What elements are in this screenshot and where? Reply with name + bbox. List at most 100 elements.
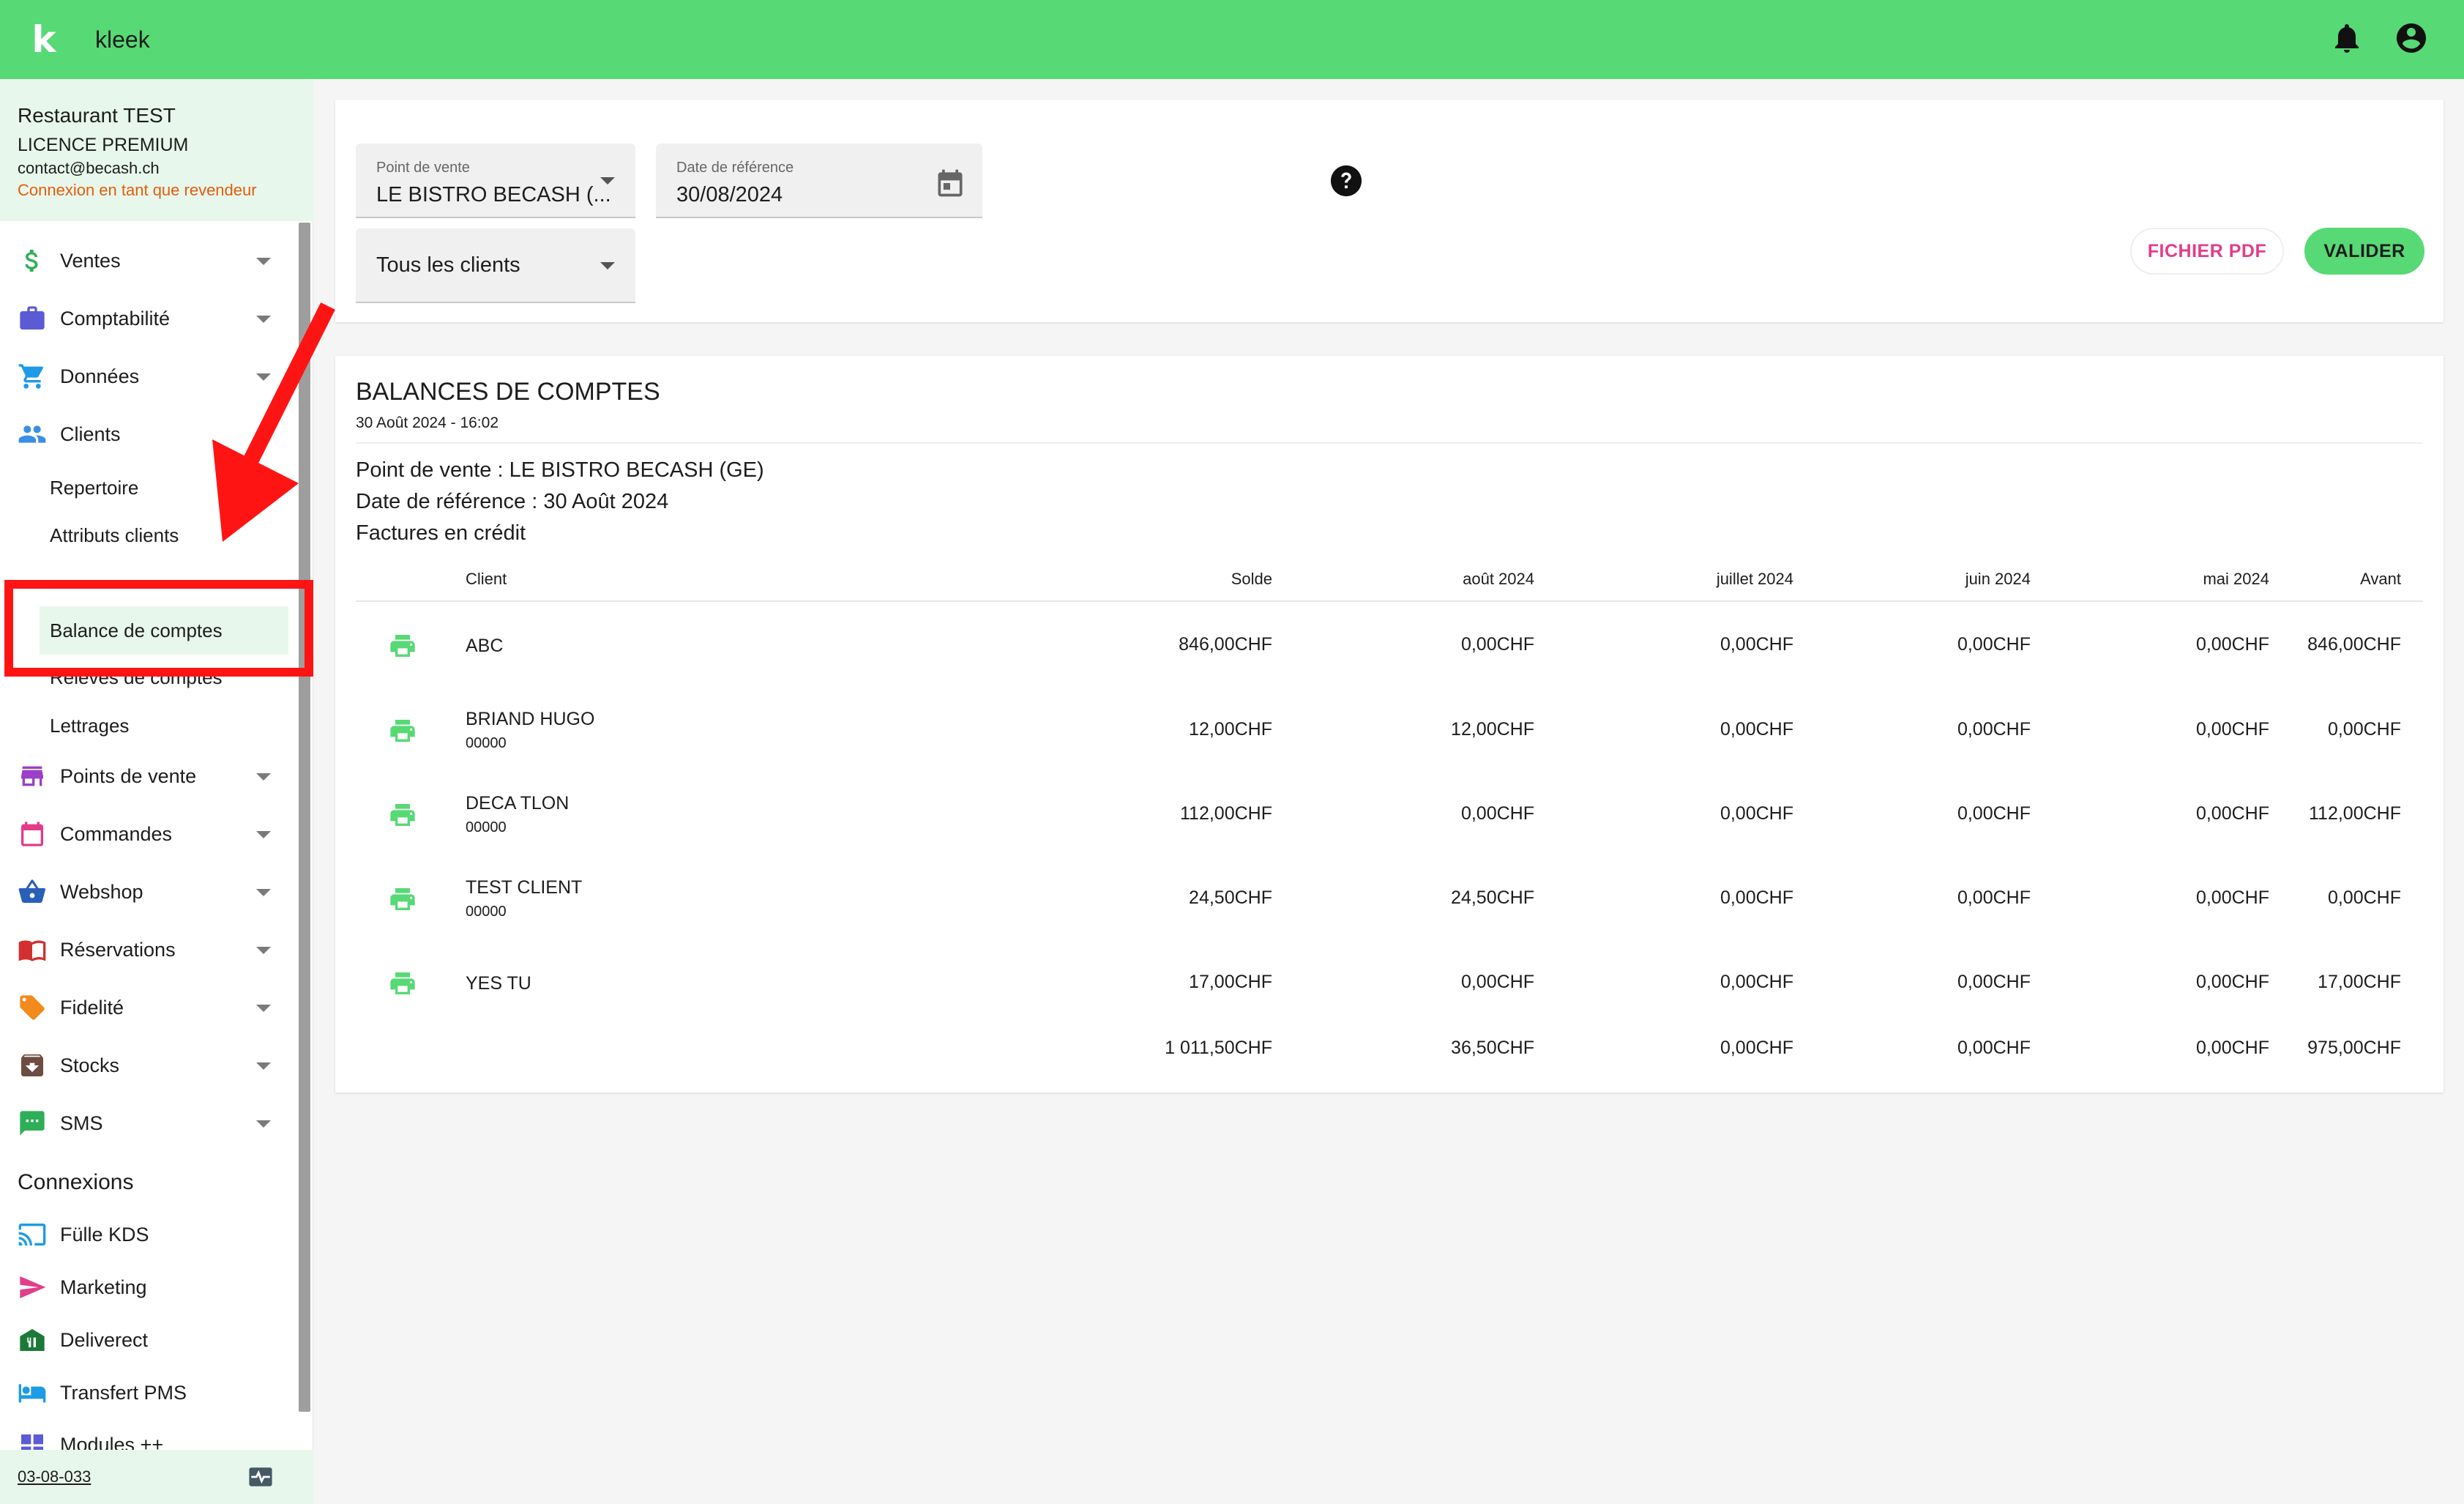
cell-client-code: 00000 — [466, 819, 507, 835]
cell-aout: 0,00CHF — [1460, 803, 1534, 824]
cell-client: ABC — [466, 636, 504, 656]
field-label: Point de vente — [376, 160, 470, 176]
hotel-bed-icon — [18, 1378, 47, 1407]
store-icon — [18, 762, 47, 791]
field-label: Date de référence — [676, 160, 794, 176]
sidebar-item-label: Stocks — [60, 1054, 120, 1076]
sidebar-item-modules[interactable]: Modules ++ — [0, 1423, 293, 1450]
sidebar: Restaurant TEST LICENCE PREMIUM contact@… — [0, 79, 313, 1504]
divider — [356, 442, 2423, 444]
validate-button[interactable]: VALIDER — [2304, 228, 2424, 275]
sidebar-item-transfert-pms[interactable]: Transfert PMS — [0, 1371, 293, 1415]
chevron-down-icon — [256, 258, 271, 265]
restaurant-name: Restaurant TEST — [18, 104, 176, 127]
point-de-vente-select[interactable]: Point de vente LE BISTRO BECASH (... — [356, 144, 635, 218]
version-link[interactable]: 03-08-033 — [18, 1467, 91, 1486]
sidebar-item-label: Fidelité — [60, 996, 124, 1019]
cart-icon — [18, 362, 47, 391]
sms-icon — [18, 1109, 47, 1138]
chevron-down-icon — [256, 831, 271, 838]
pdf-file-button[interactable]: FICHIER PDF — [2130, 228, 2284, 275]
report-card: BALANCES DE COMPTES 30 Août 2024 - 16:02… — [335, 356, 2444, 1092]
sidebar-subitem-attributs[interactable]: Attributs clients — [50, 524, 179, 547]
header-divider — [356, 600, 2423, 602]
report-date-line: Date de référence : 30 Août 2024 — [356, 490, 669, 513]
print-icon[interactable] — [388, 969, 417, 998]
book-icon — [18, 935, 47, 964]
sidebar-item-webshop[interactable]: Webshop — [0, 870, 293, 914]
account-circle-icon[interactable] — [2394, 21, 2429, 56]
sidebar-item-ventes[interactable]: Ventes — [0, 239, 293, 283]
sidebar-item-label: Deliverect — [60, 1328, 149, 1351]
sidebar-subitem-repertoire[interactable]: Repertoire — [50, 477, 138, 499]
help-icon[interactable] — [1329, 164, 1363, 198]
sidebar-item-label: Ventes — [60, 249, 121, 272]
report-generated-date: 30 Août 2024 - 16:02 — [356, 414, 499, 431]
print-icon[interactable] — [388, 631, 417, 660]
cell-aout: 24,50CHF — [1451, 887, 1534, 908]
sidebar-item-label: SMS — [60, 1112, 103, 1134]
sidebar-item-marketing[interactable]: Marketing — [0, 1265, 293, 1309]
field-value: LE BISTRO BECASH (... — [376, 183, 611, 206]
modules-icon — [18, 1431, 47, 1450]
sidebar-item-label: Webshop — [60, 880, 143, 903]
sidebar-item-reservations[interactable]: Réservations — [0, 928, 293, 972]
sidebar-item-label: Comptabilité — [60, 307, 171, 330]
cell-solde: 112,00CHF — [1180, 803, 1272, 824]
chevron-down-icon — [256, 1120, 271, 1128]
sidebar-footer: 03-08-033 — [0, 1450, 313, 1504]
red-annotation-box — [4, 580, 313, 677]
print-icon[interactable] — [388, 716, 417, 745]
monitor-heart-icon[interactable] — [246, 1464, 275, 1489]
filter-card: Point de vente LE BISTRO BECASH (... Dat… — [335, 100, 2444, 322]
total-aout: 36,50CHF — [1451, 1038, 1534, 1058]
chevron-down-icon — [256, 1005, 271, 1012]
sidebar-item-stocks[interactable]: Stocks — [0, 1043, 293, 1087]
account-header: Restaurant TEST LICENCE PREMIUM contact@… — [0, 79, 313, 221]
connexions-title: Connexions — [18, 1170, 134, 1194]
cell-solde: 846,00CHF — [1179, 634, 1272, 655]
cell-avant: 0,00CHF — [2327, 719, 2401, 740]
cell-solde: 17,00CHF — [1189, 972, 1272, 992]
sidebar-item-commandes[interactable]: Commandes — [0, 812, 293, 856]
reseller-login-link[interactable]: Connexion en tant que revendeur — [18, 181, 313, 200]
sidebar-item-points-de-vente[interactable]: Points de vente — [0, 754, 293, 798]
print-icon[interactable] — [388, 885, 417, 914]
date-reference-field[interactable]: Date de référence 30/08/2024 — [656, 144, 982, 218]
calendar-icon[interactable] — [934, 167, 966, 199]
sidebar-item-label: Modules ++ — [60, 1434, 164, 1450]
total-solde: 1 011,50CHF — [1165, 1038, 1272, 1058]
report-title: BALANCES DE COMPTES — [356, 378, 660, 406]
cell-aout: 0,00CHF — [1460, 634, 1534, 655]
sidebar-item-fulle-kds[interactable]: Fülle KDS — [0, 1213, 293, 1257]
cell-client: BRIAND HUGO — [466, 709, 595, 729]
cell-solde: 12,00CHF — [1189, 719, 1272, 740]
cell-aout: 12,00CHF — [1451, 719, 1534, 740]
cell-avant: 17,00CHF — [2318, 972, 2401, 992]
chevron-down-icon — [600, 177, 615, 185]
tag-icon — [18, 993, 47, 1022]
cell-client: YES TU — [466, 973, 531, 994]
archive-icon — [18, 1051, 47, 1080]
sidebar-item-deliverect[interactable]: Deliverect — [0, 1318, 293, 1362]
restaurant-icon — [18, 1325, 47, 1355]
basket-icon — [18, 877, 47, 907]
total-avant: 975,00CHF — [2307, 1038, 2401, 1058]
chevron-down-icon — [600, 262, 615, 269]
print-icon[interactable] — [388, 800, 417, 830]
bell-icon[interactable] — [2329, 21, 2364, 56]
sidebar-item-label: Commandes — [60, 822, 173, 845]
sidebar-item-fidelite[interactable]: Fidelité — [0, 986, 293, 1030]
calendar-icon — [18, 819, 47, 849]
column-header-client: Client — [466, 570, 507, 588]
briefcase-icon — [18, 304, 47, 333]
field-value: Tous les clients — [376, 253, 520, 277]
sidebar-item-sms[interactable]: SMS — [0, 1101, 293, 1145]
kleek-logo[interactable]: k — [22, 18, 66, 62]
sidebar-item-label: Marketing — [60, 1276, 147, 1298]
column-header-solde: Solde — [1231, 570, 1272, 588]
clients-filter-select[interactable]: Tous les clients — [356, 228, 635, 303]
cell-client-code: 00000 — [466, 904, 507, 920]
sidebar-subitem-lettrages[interactable]: Lettrages — [50, 715, 129, 737]
dollar-icon — [18, 246, 47, 275]
